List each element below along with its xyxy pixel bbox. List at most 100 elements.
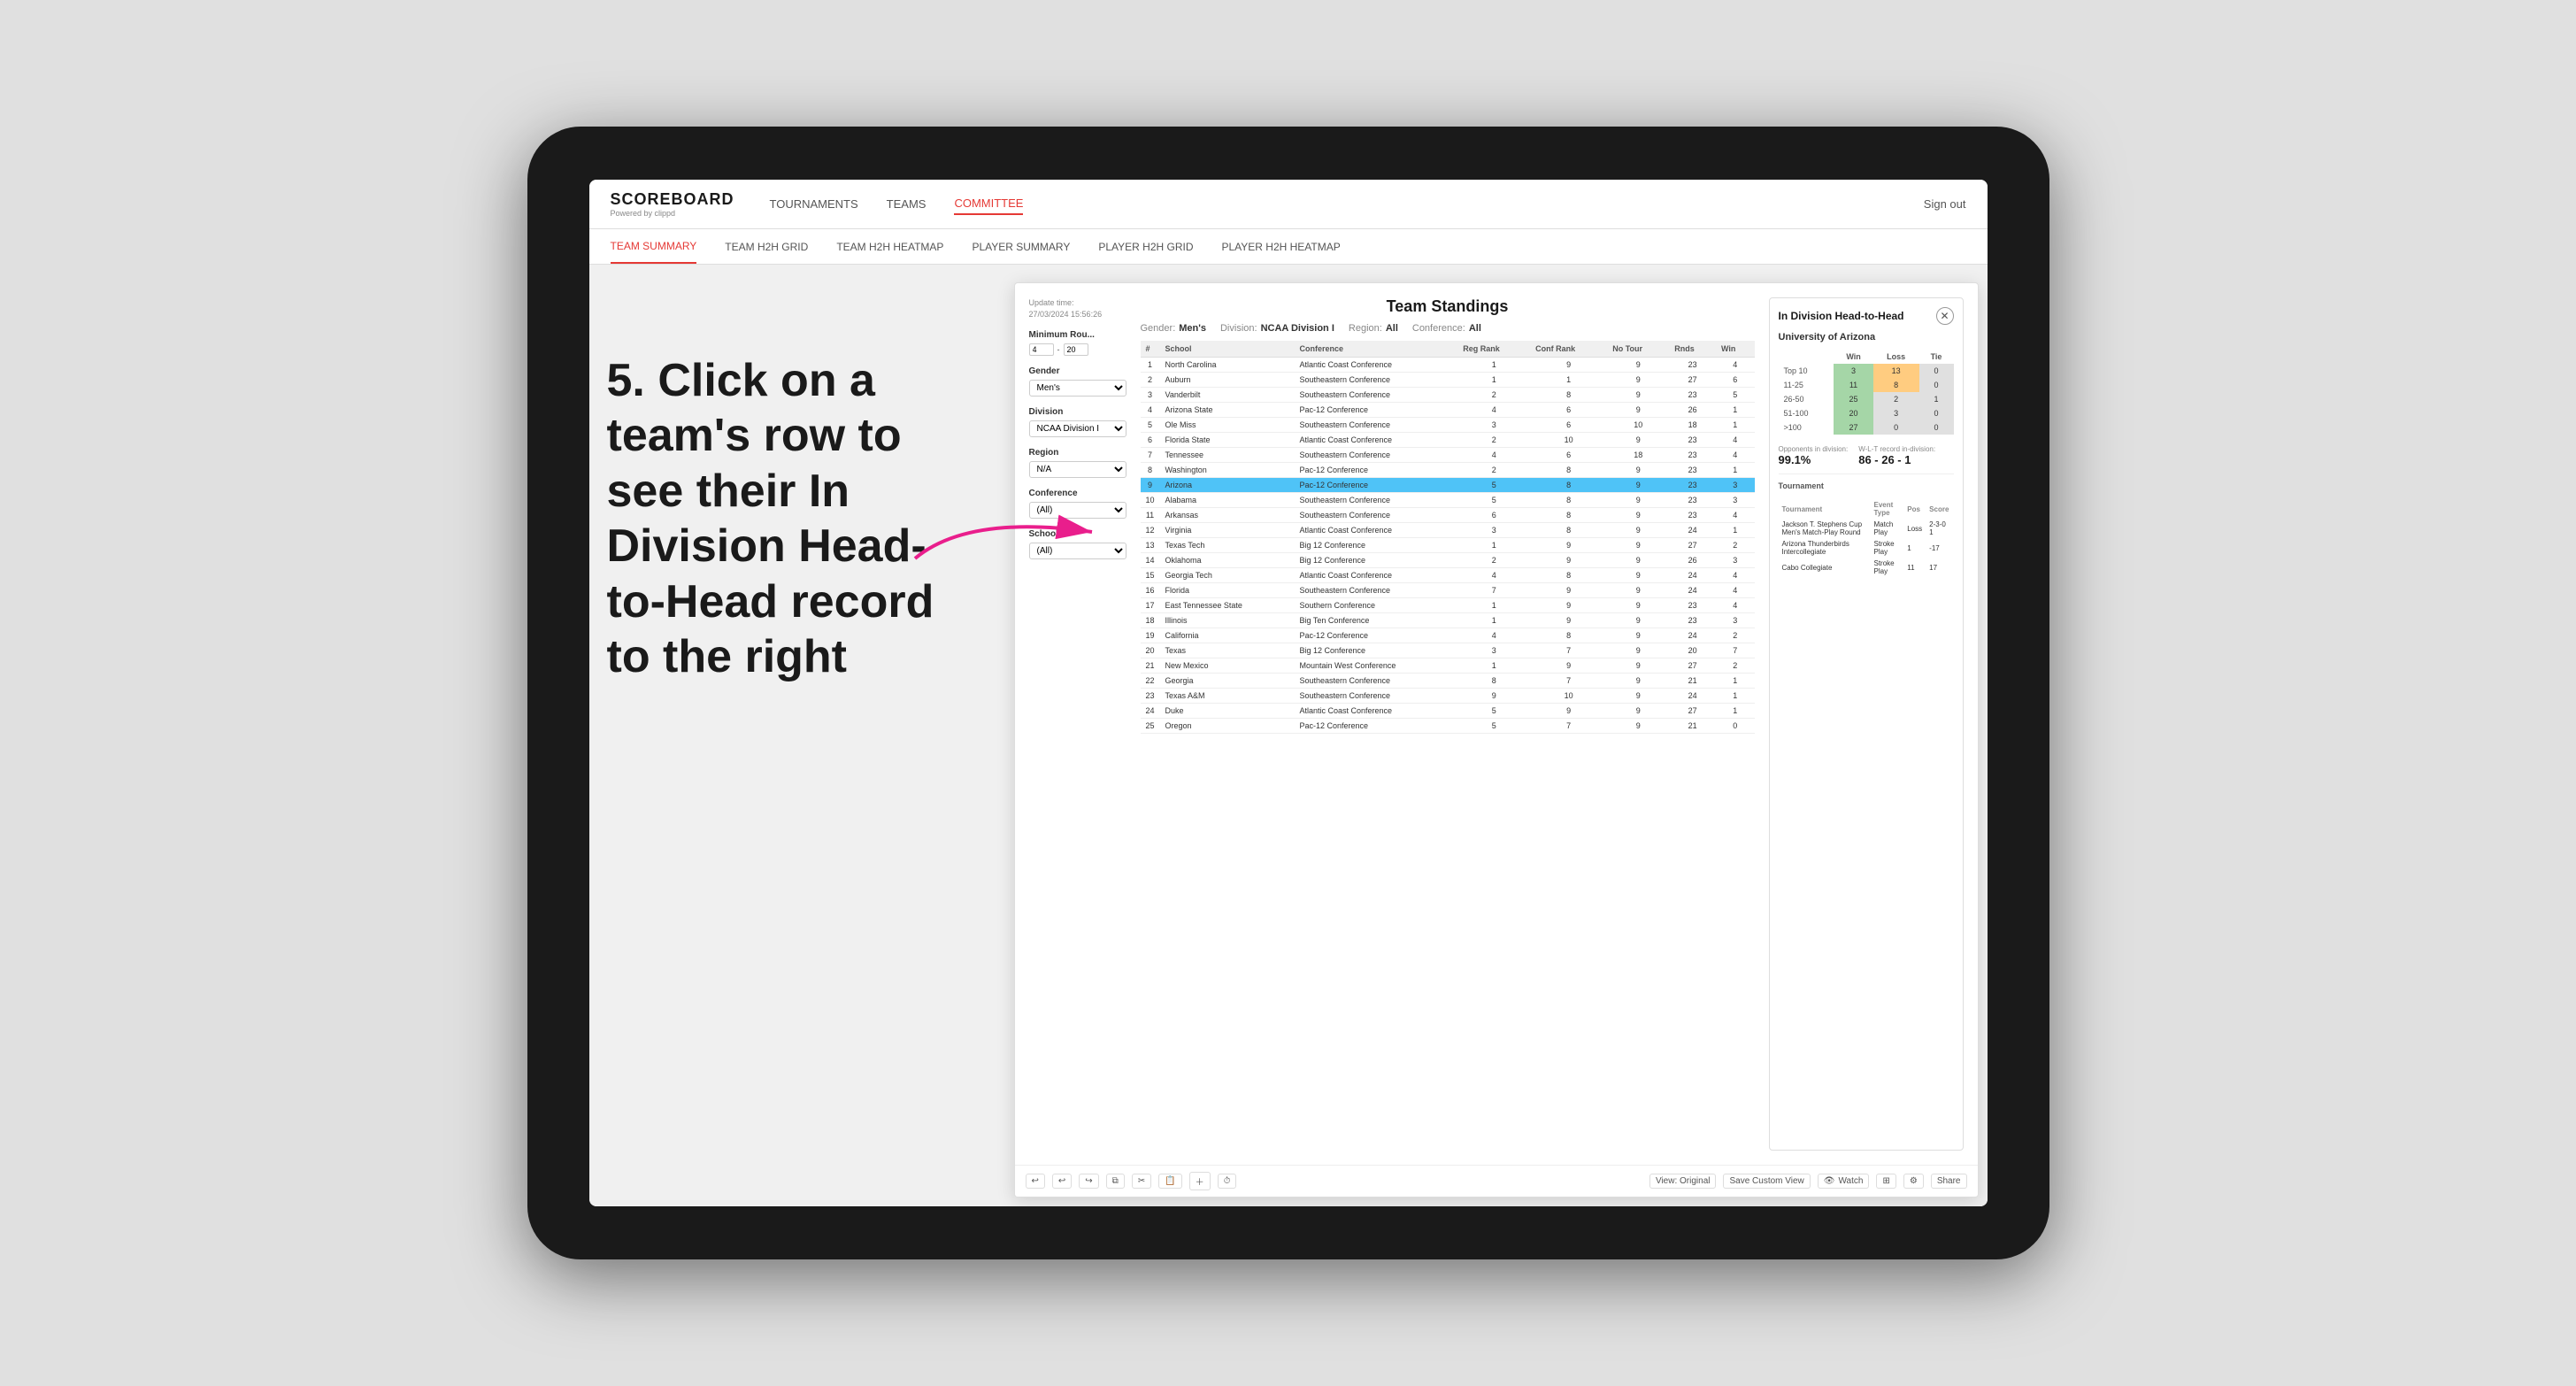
table-row[interactable]: 7 Tennessee Southeastern Conference 4 6 … xyxy=(1141,448,1755,463)
share-button[interactable]: Share xyxy=(1931,1174,1967,1189)
sub-nav-team-h2h-grid[interactable]: TEAM H2H GRID xyxy=(725,229,808,264)
paste-button[interactable]: 📋 xyxy=(1158,1174,1181,1189)
table-row[interactable]: 23 Texas A&M Southeastern Conference 9 1… xyxy=(1141,689,1755,704)
filter-division: Division NCAA Division I xyxy=(1029,407,1127,437)
filter-min-input[interactable] xyxy=(1029,343,1054,356)
share-label: Share xyxy=(1937,1176,1961,1186)
h2h-opponents-label: Opponents in division: xyxy=(1779,445,1849,453)
instruction-text: 5. Click on a team's row to see their In… xyxy=(607,355,934,682)
table-row[interactable]: 3 Vanderbilt Southeastern Conference 2 8… xyxy=(1141,388,1755,403)
standings-table: # School Conference Reg Rank Conf Rank N… xyxy=(1141,341,1755,734)
main-content: 5. Click on a team's row to see their In… xyxy=(589,265,1988,1206)
nav-tournaments[interactable]: TOURNAMENTS xyxy=(770,194,858,214)
sub-nav-player-summary[interactable]: PLAYER SUMMARY xyxy=(972,229,1070,264)
h2h-title: In Division Head-to-Head xyxy=(1779,310,1904,322)
filter-division-select[interactable]: NCAA Division I xyxy=(1029,420,1127,437)
filter-max-input[interactable] xyxy=(1064,343,1088,356)
table-row[interactable]: 5 Ole Miss Southeastern Conference 3 6 1… xyxy=(1141,418,1755,433)
content-area: Update time: 27/03/2024 15:56:26 Minimum… xyxy=(1015,283,1978,1165)
view-original-label: View: Original xyxy=(1656,1176,1711,1186)
h2h-row-top10: Top 10 3 13 0 xyxy=(1779,364,1954,378)
table-row[interactable]: 14 Oklahoma Big 12 Conference 2 9 9 26 3 xyxy=(1141,553,1755,568)
th-reg-rank: Reg Rank xyxy=(1457,341,1530,358)
cut-button[interactable]: ✂ xyxy=(1132,1174,1151,1189)
table-row[interactable]: 15 Georgia Tech Atlantic Coast Conferenc… xyxy=(1141,568,1755,583)
h2h-stats: Opponents in division: 99.1% W-L-T recor… xyxy=(1779,445,1954,466)
nav-committee[interactable]: COMMITTEE xyxy=(954,193,1023,215)
tablet-screen: SCOREBOARD Powered by clippd TOURNAMENTS… xyxy=(589,180,1988,1206)
filter-min-rounds-label: Minimum Rou... xyxy=(1029,330,1127,340)
h2h-opponents-value: 99.1% xyxy=(1779,453,1849,466)
standings-title: Team Standings xyxy=(1141,297,1755,316)
sub-nav: TEAM SUMMARY TEAM H2H GRID TEAM H2H HEAT… xyxy=(589,229,1988,265)
table-row[interactable]: 12 Virginia Atlantic Coast Conference 3 … xyxy=(1141,523,1755,538)
logo-text: SCOREBOARD xyxy=(611,190,734,209)
filter-region-select[interactable]: N/A xyxy=(1029,461,1127,478)
h2h-row-2650: 26-50 25 2 1 xyxy=(1779,392,1954,406)
th-conf-rank: Conf Rank xyxy=(1530,341,1607,358)
table-row[interactable]: 24 Duke Atlantic Coast Conference 5 9 9 … xyxy=(1141,704,1755,719)
redo-button[interactable]: ↪ xyxy=(1079,1174,1098,1189)
undo-button[interactable]: ↩ xyxy=(1026,1174,1045,1189)
filter-division-label: Division xyxy=(1029,407,1127,417)
h2h-row-gt100: >100 27 0 0 xyxy=(1779,420,1954,435)
table-row[interactable]: 18 Illinois Big Ten Conference 1 9 9 23 … xyxy=(1141,613,1755,628)
copy-button[interactable]: ⧉ xyxy=(1106,1174,1125,1189)
tournament-row-1: Jackson T. Stephens Cup Men's Match-Play… xyxy=(1779,519,1954,538)
table-row[interactable]: 2 Auburn Southeastern Conference 1 1 9 2… xyxy=(1141,373,1755,388)
sub-nav-team-summary[interactable]: TEAM SUMMARY xyxy=(611,229,697,264)
th-school: School xyxy=(1160,341,1295,358)
update-time: Update time: 27/03/2024 15:56:26 xyxy=(1029,297,1127,320)
sub-nav-player-h2h-grid[interactable]: PLAYER H2H GRID xyxy=(1098,229,1193,264)
table-row[interactable]: 9 Arizona Pac-12 Conference 5 8 9 23 3 xyxy=(1141,478,1755,493)
table-row[interactable]: 19 California Pac-12 Conference 4 8 9 24… xyxy=(1141,628,1755,643)
h2h-tournament-table: Tournament Event Type Pos Score Jackson … xyxy=(1779,499,1954,577)
table-row[interactable]: 4 Arizona State Pac-12 Conference 4 6 9 … xyxy=(1141,403,1755,418)
clock-button[interactable]: ⏱ xyxy=(1218,1174,1237,1189)
watch-label: Watch xyxy=(1838,1176,1863,1186)
sign-out[interactable]: Sign out xyxy=(1924,197,1966,211)
filter-conference-item: Conference: All xyxy=(1412,323,1481,334)
filter-min-rounds: Minimum Rou... - xyxy=(1029,330,1127,356)
filter-gender-select[interactable]: Men's xyxy=(1029,380,1127,397)
table-row[interactable]: 6 Florida State Atlantic Coast Conferenc… xyxy=(1141,433,1755,448)
add-button[interactable]: ＋ xyxy=(1189,1172,1211,1190)
watch-button[interactable]: 👁 Watch xyxy=(1818,1174,1870,1189)
table-row[interactable]: 22 Georgia Southeastern Conference 8 7 9… xyxy=(1141,674,1755,689)
sub-nav-player-h2h-heatmap[interactable]: PLAYER H2H HEATMAP xyxy=(1222,229,1341,264)
h2h-col-tie: Tie xyxy=(1919,350,1954,364)
sub-nav-team-h2h-heatmap[interactable]: TEAM H2H HEATMAP xyxy=(836,229,943,264)
nav-links: TOURNAMENTS TEAMS COMMITTEE xyxy=(770,193,1924,215)
undo2-button[interactable]: ↩ xyxy=(1052,1174,1072,1189)
h2h-header: In Division Head-to-Head ✕ xyxy=(1779,307,1954,325)
th-pos: Pos xyxy=(1903,499,1926,519)
grid-button[interactable]: ⊞ xyxy=(1876,1174,1895,1189)
table-row[interactable]: 17 East Tennessee State Southern Confere… xyxy=(1141,598,1755,613)
save-custom-view-button[interactable]: Save Custom View xyxy=(1723,1174,1810,1189)
table-row[interactable]: 25 Oregon Pac-12 Conference 5 7 9 21 0 xyxy=(1141,719,1755,734)
table-row[interactable]: 20 Texas Big 12 Conference 3 7 9 20 7 xyxy=(1141,643,1755,658)
th-no-tour: No Tour xyxy=(1607,341,1669,358)
h2h-panel: In Division Head-to-Head ✕ University of… xyxy=(1769,297,1964,1151)
pink-arrow xyxy=(897,497,1127,567)
th-conference: Conference xyxy=(1294,341,1457,358)
table-row[interactable]: 8 Washington Pac-12 Conference 2 8 9 23 … xyxy=(1141,463,1755,478)
table-row[interactable]: 16 Florida Southeastern Conference 7 9 9… xyxy=(1141,583,1755,598)
nav-teams[interactable]: TEAMS xyxy=(887,194,927,214)
h2h-team: University of Arizona xyxy=(1779,332,1954,343)
logo-sub: Powered by clippd xyxy=(611,209,734,218)
outer-wrapper: SCOREBOARD Powered by clippd TOURNAMENTS… xyxy=(0,0,2576,1386)
bottom-toolbar: ↩ ↩ ↪ ⧉ ✂ 📋 ＋ ⏱ View: Original Save xyxy=(1015,1165,1978,1197)
h2h-row-51100: 51-100 20 3 0 xyxy=(1779,406,1954,420)
view-original-button[interactable]: View: Original xyxy=(1649,1174,1717,1189)
table-row[interactable]: 1 North Carolina Atlantic Coast Conferen… xyxy=(1141,358,1755,373)
table-scroll: # School Conference Reg Rank Conf Rank N… xyxy=(1141,341,1755,734)
h2h-close-button[interactable]: ✕ xyxy=(1936,307,1954,325)
table-row[interactable]: 11 Arkansas Southeastern Conference 6 8 … xyxy=(1141,508,1755,523)
settings-button[interactable]: ⚙ xyxy=(1903,1174,1924,1189)
table-row[interactable]: 13 Texas Tech Big 12 Conference 1 9 9 27… xyxy=(1141,538,1755,553)
tablet-bezel: SCOREBOARD Powered by clippd TOURNAMENTS… xyxy=(527,127,2049,1259)
table-row[interactable]: 21 New Mexico Mountain West Conference 1… xyxy=(1141,658,1755,674)
top-nav: SCOREBOARD Powered by clippd TOURNAMENTS… xyxy=(589,180,1988,229)
table-row[interactable]: 10 Alabama Southeastern Conference 5 8 9… xyxy=(1141,493,1755,508)
